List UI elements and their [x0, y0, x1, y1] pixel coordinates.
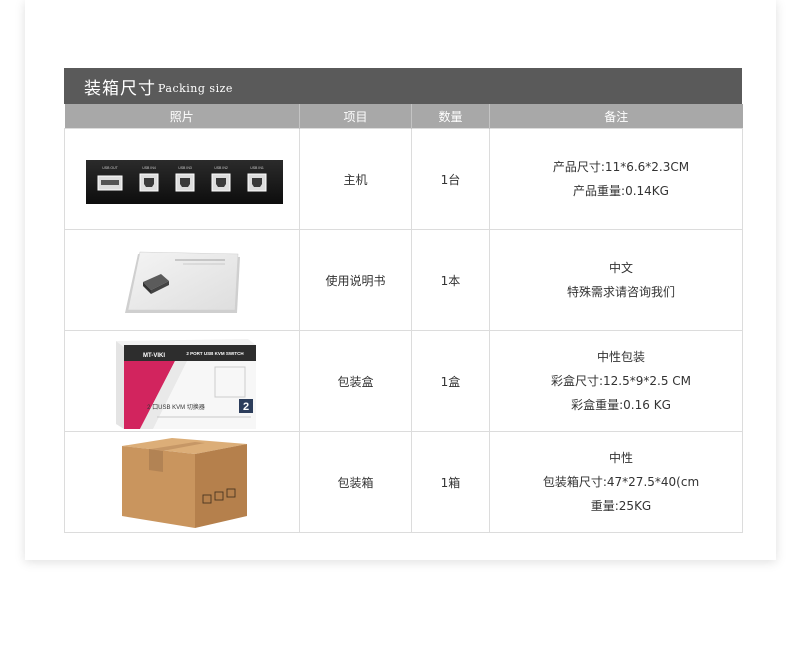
section-title: 装箱尺寸	[84, 78, 156, 99]
note-line: 彩盒重量:0.16 KG	[571, 398, 671, 412]
item-cell: 包装箱	[299, 431, 412, 533]
photo-cell	[64, 431, 300, 533]
header-quantity: 数量	[411, 104, 490, 129]
note-line: 中文	[608, 261, 633, 275]
photo-cell: USB OUT USB IN4 USB IN3 USB IN2 USB IN1	[64, 128, 300, 230]
quantity-cell: 1箱	[411, 431, 490, 533]
box-front-text: 2 口USB KVM 切换器	[147, 403, 205, 411]
port-label: USB IN4	[142, 166, 156, 170]
notes-cell: 中性 包装箱尺寸:47*27.5*40(cm 重量:25KG	[489, 431, 743, 533]
table-row: 包装箱 1箱 中性 包装箱尺寸:47*27.5*40(cm 重量:25KG	[64, 431, 743, 533]
box-brand: MT-VIKI	[143, 353, 165, 359]
item-cell: 包装盒	[299, 330, 412, 432]
box-top-text: 2 PORT USB KVM SWITCH	[186, 351, 243, 356]
shipping-carton-photo	[122, 438, 247, 528]
section-title-bar: 装箱尺寸 Packing size	[64, 68, 742, 104]
notes-cell: 中性包装 彩盒尺寸:12.5*9*2.5 CM 彩盒重量:0.16 KG	[489, 330, 743, 432]
box-badge: 2	[243, 401, 249, 413]
table-row: MT-VIKI 2 PORT USB KVM SWITCH 2 口USB KVM…	[64, 330, 743, 432]
notes-cell: 中文 特殊需求请咨询我们	[489, 229, 743, 331]
photo-cell: MT-VIKI 2 PORT USB KVM SWITCH 2 口USB KVM…	[64, 330, 300, 432]
item-cell: 使用说明书	[299, 229, 412, 331]
note-line: 产品尺寸:11*6.6*2.3CM	[552, 160, 690, 174]
port-label: USB OUT	[102, 166, 118, 170]
table-row: USB OUT USB IN4 USB IN3 USB IN2 USB IN1	[64, 128, 743, 230]
user-manual-photo	[125, 251, 240, 313]
port-label: USB IN3	[178, 166, 192, 170]
note-line: 中性	[608, 451, 633, 465]
port-label: USB IN2	[214, 166, 228, 170]
header-photo: 照片	[64, 104, 300, 129]
item-cell: 主机	[299, 128, 412, 230]
kvm-switch-rear-panel-photo: USB OUT USB IN4 USB IN3 USB IN2 USB IN1	[86, 160, 283, 204]
packing-table: 照片 项目 数量 备注 USB OUT USB IN4 USB IN3 USB …	[64, 104, 743, 533]
note-line: 产品重量:0.14KG	[573, 184, 669, 198]
quantity-cell: 1本	[411, 229, 490, 331]
note-line: 中性包装	[596, 350, 645, 364]
note-line: 包装箱尺寸:47*27.5*40(cm	[542, 475, 700, 489]
port-label: USB IN1	[250, 166, 264, 170]
notes-cell: 产品尺寸:11*6.6*2.3CM 产品重量:0.14KG	[489, 128, 743, 230]
section-subtitle: Packing size	[158, 81, 233, 95]
color-box-photo: MT-VIKI 2 PORT USB KVM SWITCH 2 口USB KVM…	[116, 339, 256, 429]
quantity-cell: 1台	[411, 128, 490, 230]
quantity-cell: 1盒	[411, 330, 490, 432]
photo-cell	[64, 229, 300, 331]
table-row: 使用说明书 1本 中文 特殊需求请咨询我们	[64, 229, 743, 331]
table-header-row: 照片 项目 数量 备注	[64, 104, 743, 129]
note-line: 彩盒尺寸:12.5*9*2.5 CM	[550, 374, 692, 388]
header-item: 项目	[299, 104, 412, 129]
note-line: 重量:25KG	[590, 499, 652, 513]
note-line: 特殊需求请咨询我们	[566, 285, 675, 299]
header-notes: 备注	[489, 104, 743, 129]
